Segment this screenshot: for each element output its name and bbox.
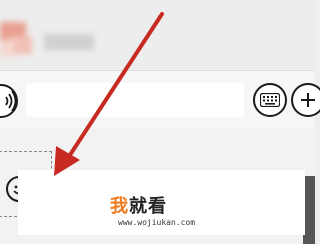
voice-button[interactable]: [0, 84, 18, 118]
message-input[interactable]: [26, 83, 244, 117]
plus-button[interactable]: [291, 83, 320, 117]
watermark-url: www.wojiukan.com: [118, 218, 196, 227]
watermark-logo-char1: 我: [110, 196, 129, 217]
keyboard-button[interactable]: [253, 83, 287, 117]
watermark-banner: 我就看 www.wojiukan.com: [18, 170, 305, 235]
keyboard-icon: [260, 93, 280, 107]
blurred-avatar: [0, 22, 40, 58]
plus-icon: [299, 91, 317, 109]
blurred-contact-name: [44, 34, 94, 50]
chat-input-bar: [0, 70, 320, 130]
chat-header-area: [0, 0, 315, 68]
watermark-logo: 我就看: [110, 192, 167, 218]
voice-wave-icon: [0, 90, 17, 120]
watermark-logo-rest: 就看: [129, 196, 167, 217]
